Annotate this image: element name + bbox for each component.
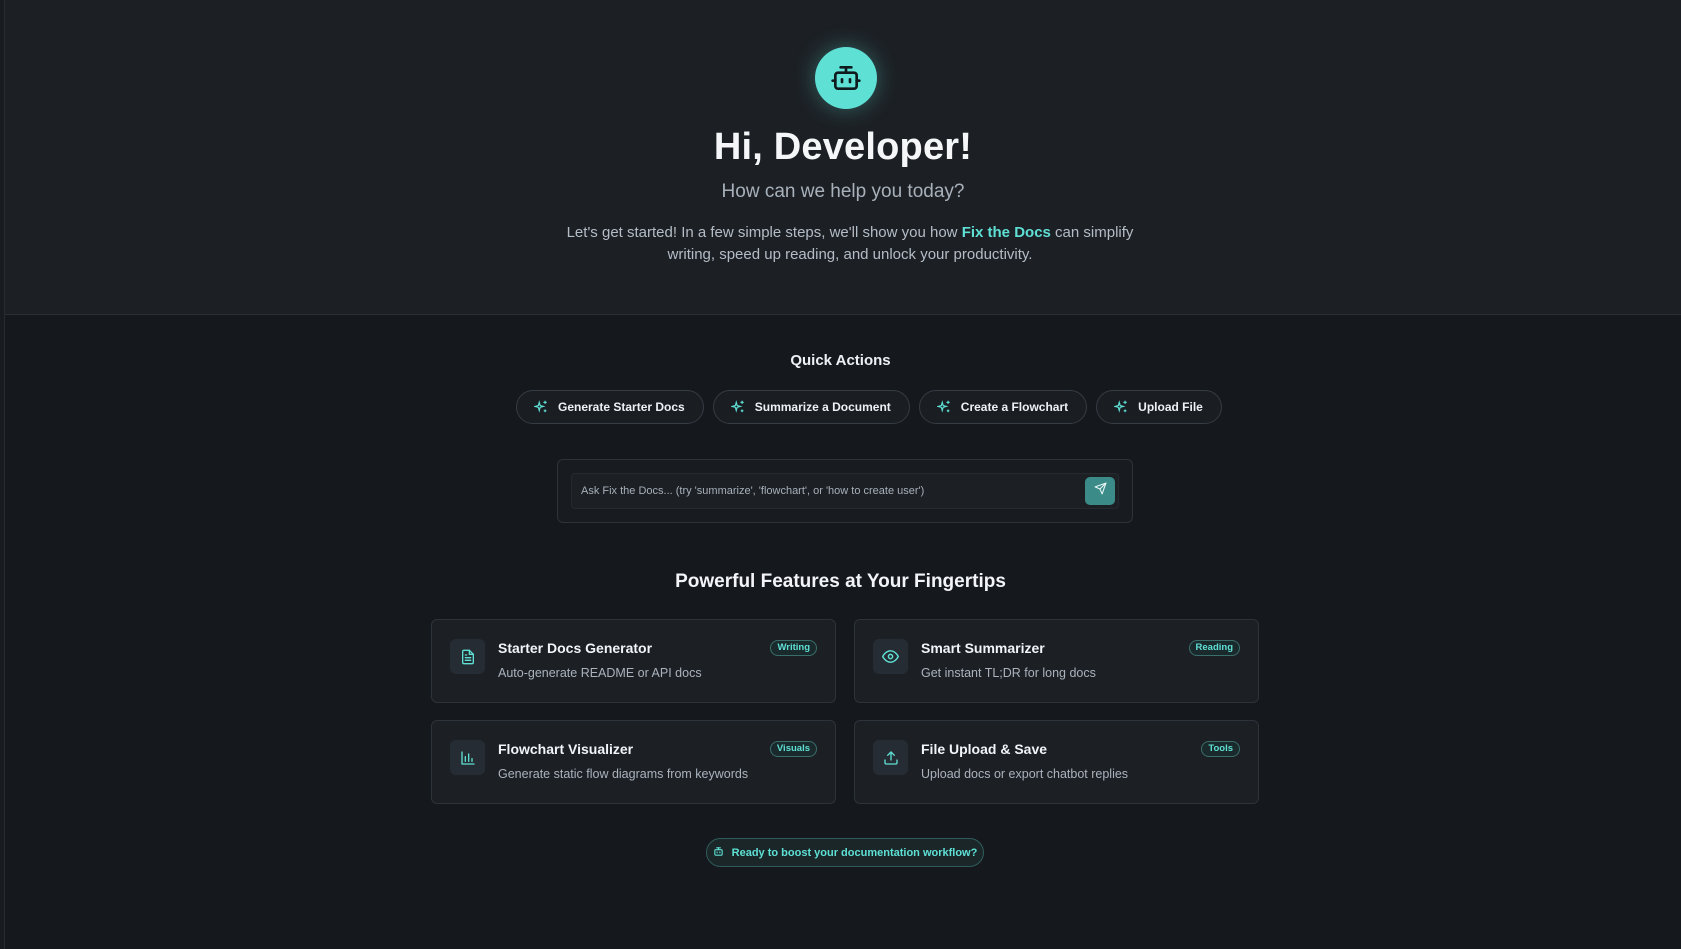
sparkle-icon: [936, 400, 951, 414]
upload-icon: [873, 740, 908, 775]
ask-panel: [557, 459, 1133, 523]
intro-text-start: Let's get started! In a few simple steps…: [566, 224, 962, 241]
feature-description: Auto-generate README or API docs: [498, 666, 702, 680]
feature-card-flowchart-visualizer[interactable]: Flowchart Visualizer Generate static flo…: [431, 720, 836, 804]
page-subtitle: How can we help you today?: [721, 181, 965, 202]
bar-chart-icon: [450, 740, 485, 775]
sparkle-icon: [1114, 400, 1128, 414]
feature-description: Generate static flow diagrams from keywo…: [498, 767, 749, 781]
feature-card-file-upload[interactable]: File Upload & Save Upload docs or export…: [854, 720, 1259, 804]
summarize-document-button[interactable]: Summarize a Document: [712, 390, 910, 424]
create-flowchart-button[interactable]: Create a Flowchart: [918, 390, 1088, 424]
quick-action-label: Create a Flowchart: [960, 400, 1069, 414]
quick-actions-title: Quick Actions: [790, 352, 891, 369]
quick-action-label: Generate Starter Docs: [558, 400, 685, 414]
feature-title: Starter Docs Generator: [498, 640, 653, 656]
eye-icon: [873, 639, 908, 674]
feature-title: Smart Summarizer: [921, 640, 1045, 656]
quick-action-label: Summarize a Document: [754, 400, 891, 414]
feature-badge: Visuals: [769, 741, 817, 757]
send-icon: [1094, 482, 1107, 500]
hero-section: Hi, Developer! How can we help you today…: [5, 0, 1681, 315]
quick-actions-row: Generate Starter Docs Summarize a Docume…: [516, 390, 1222, 424]
upload-file-button[interactable]: Upload File: [1096, 390, 1222, 424]
page-title: Hi, Developer!: [713, 126, 973, 168]
send-button[interactable]: [1085, 477, 1115, 505]
sparkle-icon: [534, 400, 548, 414]
cta-button[interactable]: Ready to boost your documentation workfl…: [706, 838, 984, 867]
brand-name: Fix the Docs: [961, 224, 1051, 241]
ask-input[interactable]: [571, 473, 1119, 509]
generate-starter-docs-button[interactable]: Generate Starter Docs: [516, 390, 704, 424]
cta-label: Ready to boost your documentation workfl…: [731, 846, 978, 859]
feature-badge: Reading: [1188, 640, 1240, 656]
document-icon: [450, 639, 485, 674]
robot-icon: [713, 846, 724, 860]
features-title: Powerful Features at Your Fingertips: [675, 571, 1006, 592]
quick-action-label: Upload File: [1138, 400, 1203, 414]
feature-badge: Tools: [1201, 741, 1240, 757]
intro-description: Let's get started! In a few simple steps…: [565, 222, 1135, 266]
feature-description: Get instant TL;DR for long docs: [921, 666, 1096, 680]
robot-icon: [815, 47, 877, 109]
feature-card-smart-summarizer[interactable]: Smart Summarizer Get instant TL;DR for l…: [854, 619, 1259, 703]
feature-title: Flowchart Visualizer: [498, 741, 634, 757]
feature-description: Upload docs or export chatbot replies: [921, 767, 1129, 781]
sparkle-icon: [730, 400, 745, 414]
feature-card-starter-docs[interactable]: Starter Docs Generator Auto-generate REA…: [431, 619, 836, 703]
feature-title: File Upload & Save: [921, 741, 1048, 757]
feature-badge: Writing: [770, 640, 817, 656]
